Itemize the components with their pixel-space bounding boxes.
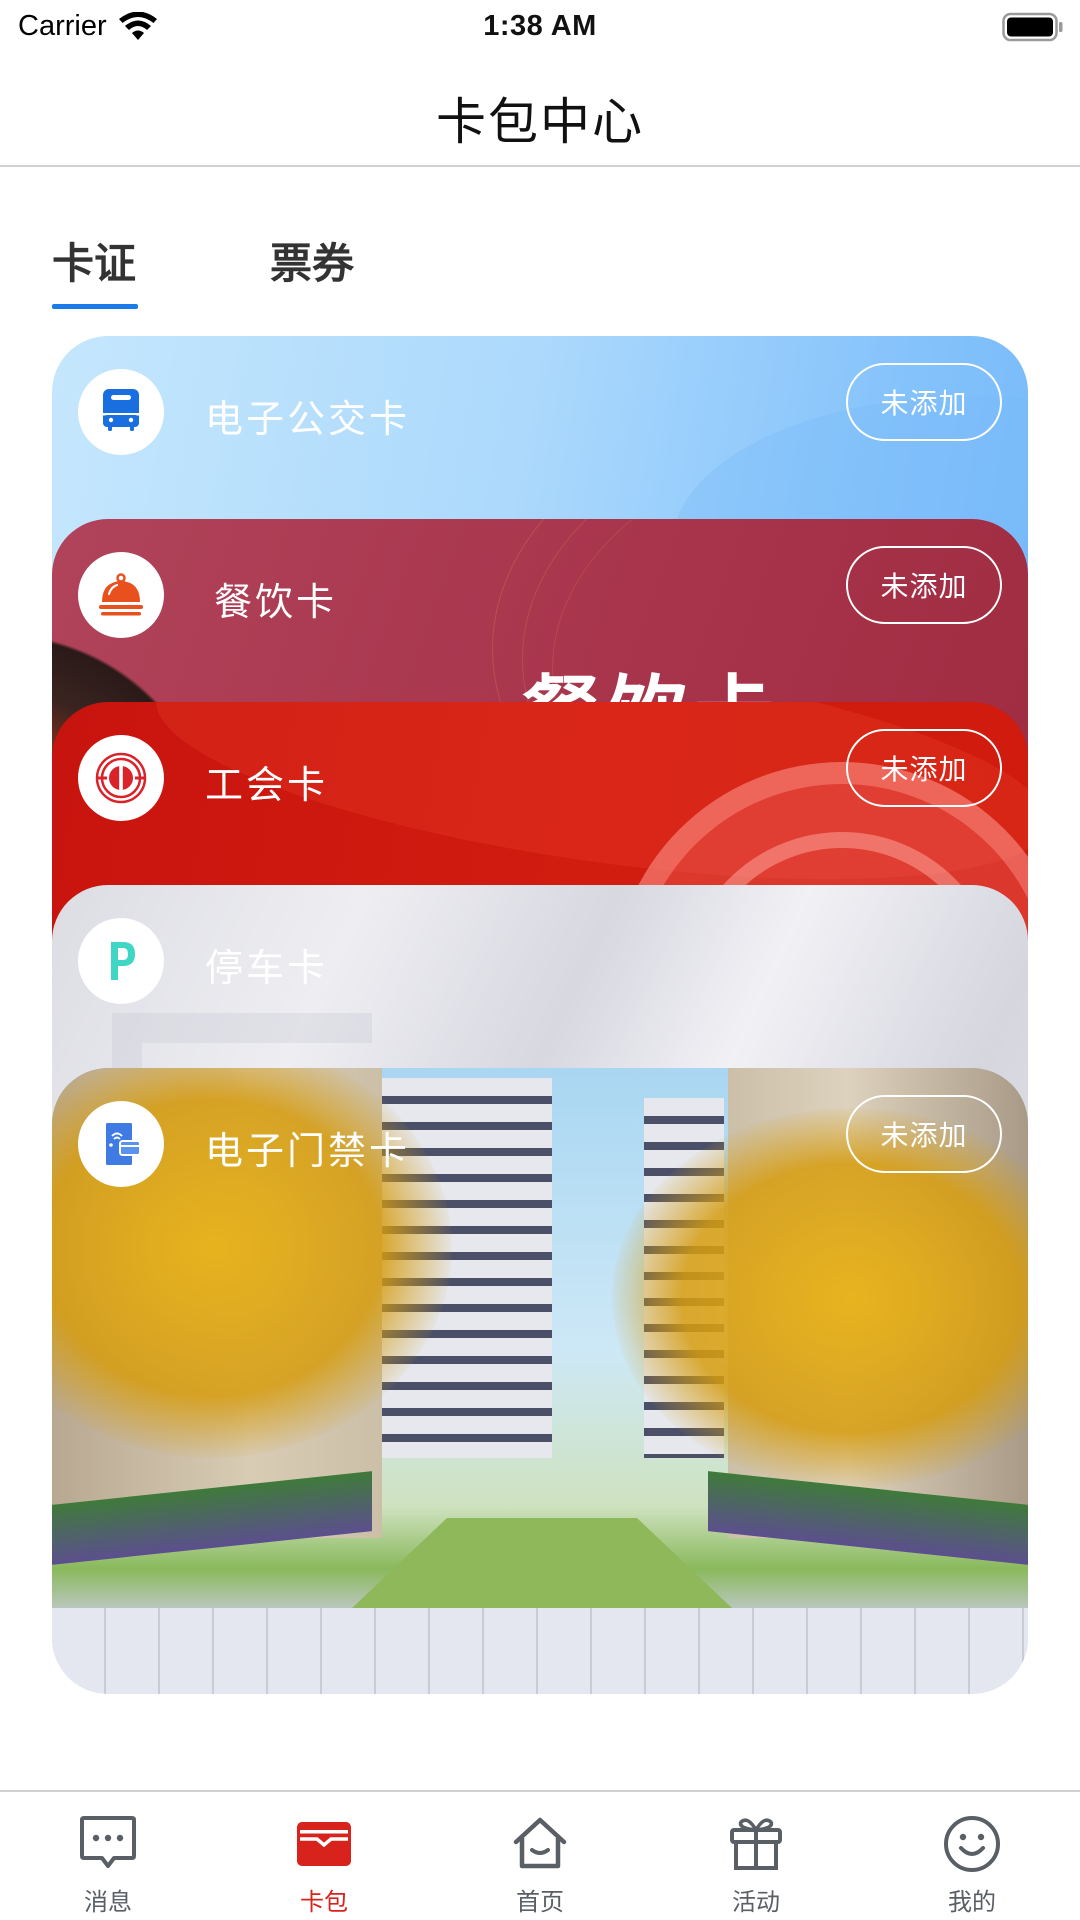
card-name: 停车卡: [205, 946, 329, 990]
card-header: 餐饮卡 未添加: [52, 519, 1028, 703]
card-icon-container: [78, 369, 164, 455]
card-icon-container: [78, 918, 164, 1004]
add-card-button[interactable]: 未添加: [846, 729, 1002, 807]
nav-header: 卡包中心: [0, 56, 1080, 167]
page-title: 卡包中心: [436, 93, 644, 151]
tab-bar-item-wallet[interactable]: 卡包: [264, 1792, 384, 1920]
tab-bar-item-profile[interactable]: 我的: [912, 1792, 1032, 1920]
bus-icon: [103, 389, 139, 431]
tab-bar: 消息 卡包 首页 活动 我的: [0, 1790, 1080, 1920]
food-cloche-icon: [99, 573, 143, 616]
gift-icon: [730, 1818, 782, 1870]
card-stack: 电子公交卡 未添加 餐饮卡 餐饮卡: [52, 336, 1028, 1696]
battery-icon: [1002, 12, 1063, 42]
tab-bar-label: 消息: [84, 1888, 132, 1916]
card-name: 餐饮卡: [214, 580, 338, 624]
message-icon: [80, 1816, 136, 1868]
card-name: 电子门禁卡: [205, 1129, 411, 1173]
card-icon-container: [78, 552, 164, 638]
card-icon-container: [78, 1101, 164, 1187]
add-card-button[interactable]: 未添加: [846, 546, 1002, 624]
segment-tabs: 卡证 票券: [0, 230, 1080, 314]
tab-bar-item-home[interactable]: 首页: [480, 1792, 600, 1920]
card-header: 电子公交卡 未添加: [52, 336, 1028, 520]
tab-tickets[interactable]: 票券: [270, 230, 354, 291]
tab-cards[interactable]: 卡证: [52, 230, 136, 291]
card-door-access[interactable]: 电子门禁卡 未添加: [52, 1068, 1028, 1694]
trade-union-emblem-icon: [95, 752, 147, 804]
card-name: 电子公交卡: [205, 397, 411, 441]
card-icon-container: [78, 735, 164, 821]
home-icon: [513, 1817, 567, 1869]
tab-bar-label: 活动: [732, 1888, 780, 1916]
door-access-card-icon: [106, 1123, 141, 1165]
card-header: 电子门禁卡 未添加: [52, 1068, 1028, 1252]
tab-bar-item-messages[interactable]: 消息: [48, 1792, 168, 1920]
wallet-icon: [297, 1822, 351, 1866]
card-header: 工会卡 未添加: [52, 702, 1028, 886]
add-card-button[interactable]: 未添加: [846, 363, 1002, 441]
tab-bar-label: 首页: [516, 1888, 564, 1916]
card-header: 停车卡: [52, 885, 1028, 1069]
tab-bar-label: 卡包: [300, 1888, 348, 1916]
tab-bar-label: 我的: [948, 1888, 996, 1916]
active-tab-indicator: [52, 304, 138, 309]
parking-icon: [111, 942, 135, 980]
clock: 1:38 AM: [483, 10, 597, 42]
smiley-icon: [944, 1816, 1000, 1872]
card-name: 工会卡: [205, 763, 329, 807]
add-card-button[interactable]: 未添加: [846, 1095, 1002, 1173]
tab-bar-item-activities[interactable]: 活动: [696, 1792, 816, 1920]
status-bar: Carrier 1:38 AM: [0, 0, 1080, 56]
